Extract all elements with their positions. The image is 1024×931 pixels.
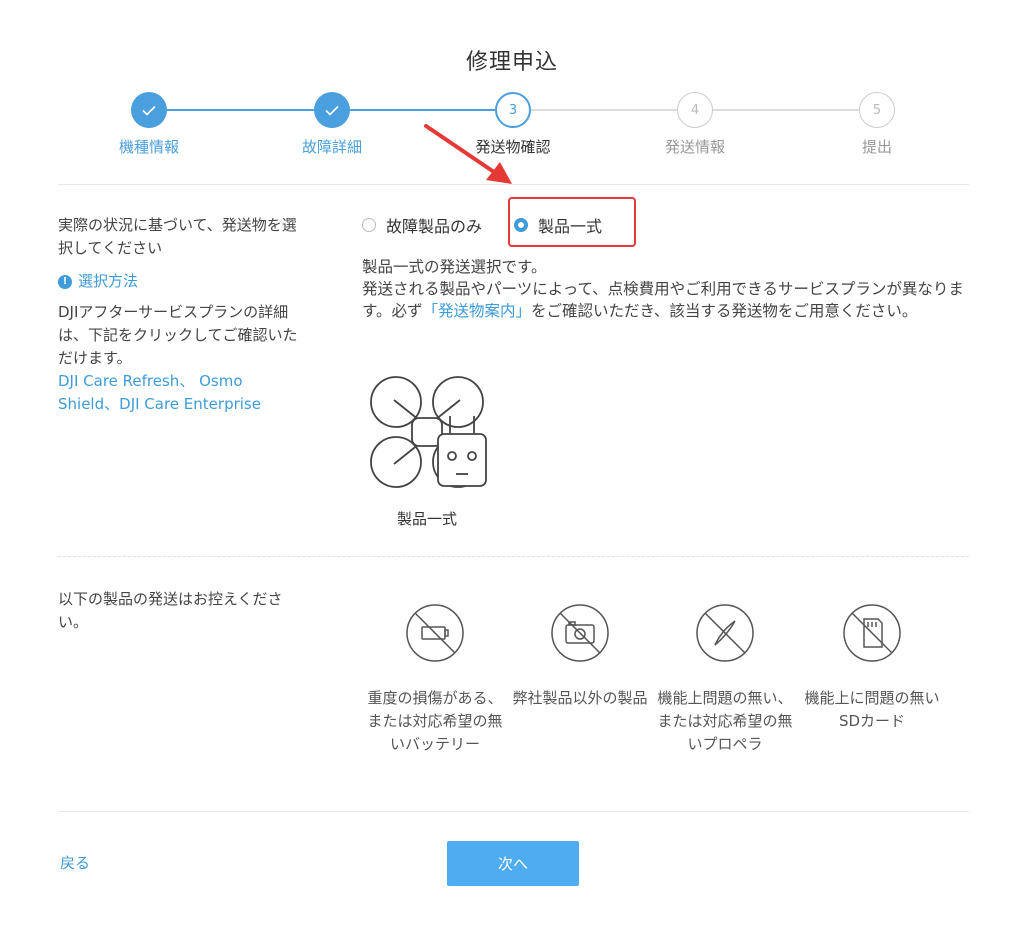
shipping-guide-link[interactable]: 「発送物案内」: [422, 302, 531, 320]
restriction-heading: 以下の製品の発送はお控えください。: [58, 590, 283, 631]
radio-faulty-only[interactable]: [362, 218, 376, 232]
no-camera-icon: [551, 604, 609, 662]
selection-highlight: [508, 197, 636, 247]
step-model-info: 機種情報: [69, 92, 229, 157]
restriction-label: 重度の損傷がある、または対応希望の無いバッテリー: [367, 689, 503, 753]
step-number: 5: [859, 92, 895, 128]
drone-set-icon: [370, 376, 487, 488]
no-propeller-icon: [696, 604, 754, 662]
page-title: 修理申込: [465, 50, 558, 75]
step-shipping-info: 4 発送情報: [615, 92, 775, 157]
dji-care-refresh-link[interactable]: DJI Care Refresh: [58, 372, 179, 390]
option-faulty-only[interactable]: 故障製品のみ: [362, 213, 482, 237]
select-method-label: 選択方法: [78, 272, 139, 290]
select-method-link[interactable]: ! 選択方法: [58, 270, 298, 293]
annotation-arrow-icon: [424, 124, 512, 184]
no-sd-card-icon: [843, 604, 901, 662]
step-label: 故障詳細: [301, 138, 362, 156]
next-button[interactable]: 次へ: [447, 841, 579, 886]
divider: [58, 811, 969, 812]
description-line: 製品一式の発送選択です。: [362, 258, 547, 276]
step-number: 4: [677, 92, 713, 128]
plan-text: DJIアフターサービスプランの詳細は、下記をクリックしてご確認いただけます。: [58, 303, 298, 367]
dji-care-enterprise-link[interactable]: DJI Care Enterprise: [119, 395, 261, 413]
step-label: 提出: [861, 138, 892, 156]
check-icon: [314, 92, 350, 128]
back-link[interactable]: 戻る: [60, 852, 90, 873]
product-label: 製品一式: [396, 510, 457, 528]
restriction-item: 弊社製品以外の製品: [510, 603, 650, 710]
instruction-text: 実際の状況に基づいて、発送物を選択してください: [58, 216, 297, 257]
description-text: をご確認いただき、該当する発送物をご用意ください。: [530, 302, 918, 320]
restriction-label: 機能上問題の無い、または対応希望の無いプロペラ: [657, 689, 793, 753]
restriction-label: 機能上に問題の無いSDカード: [804, 689, 940, 730]
no-battery-icon: [406, 604, 464, 662]
step-submit: 5 提出: [797, 92, 957, 157]
step-label: 機種情報: [118, 138, 179, 156]
option-label: 故障製品のみ: [386, 217, 483, 236]
separator: 、: [179, 372, 195, 390]
shipment-description: 製品一式の発送選択です。 発送される製品やパーツによって、点検費用やご利用できる…: [362, 256, 967, 322]
left-panel: 実際の状況に基づいて、発送物を選択してください ! 選択方法 DJIアフターサー…: [58, 214, 298, 416]
step-fault-details: 故障詳細: [252, 92, 412, 157]
check-icon: [131, 92, 167, 128]
restriction-item: 重度の損傷がある、または対応希望の無いバッテリー: [365, 603, 505, 756]
restriction-label: 弊社製品以外の製品: [512, 689, 648, 707]
divider: [58, 184, 969, 185]
divider: [58, 556, 969, 557]
step-label: 発送情報: [664, 138, 725, 156]
info-icon: !: [58, 274, 72, 289]
separator: 、: [104, 395, 120, 413]
restriction-item: 機能上に問題の無いSDカード: [802, 603, 942, 733]
restriction-item: 機能上問題の無い、または対応希望の無いプロペラ: [655, 603, 795, 756]
